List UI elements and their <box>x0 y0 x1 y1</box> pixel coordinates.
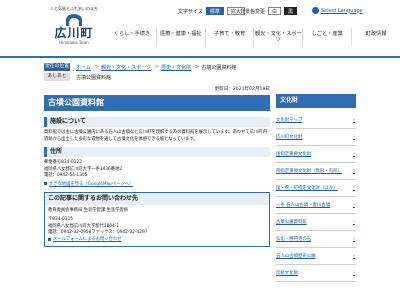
breadcrumb-link-history[interactable]: 歴史・文化財 <box>161 64 191 71</box>
breadcrumb-footprint-item: 古墳公園資料館 <box>76 74 112 81</box>
sidebar-item-label: 伝統文化財 <box>276 271 298 276</box>
font-standard-button[interactable]: 標準 <box>205 7 224 15</box>
town-logo[interactable]: 人と気風とふれあいのまち 広川町 Hirokawa Town <box>44 6 104 45</box>
gnav-item-tourism[interactable]: 観光・文化・スポーツ <box>253 28 302 46</box>
sidebar-item-label: 県指定重要文化財（無形・有形） <box>276 169 342 174</box>
chevron-right-icon: › <box>353 134 355 140</box>
breadcrumb-footprints: あしあと 古墳公園資料館 <box>44 72 356 82</box>
bg-color-controls: 背景色変更 白 黒 <box>240 7 298 15</box>
logo-tagline: 人と気風とふれあいのまち <box>50 6 98 11</box>
bg-white-button[interactable]: 白 <box>268 7 282 15</box>
gnav-item-childcare[interactable]: 子育て・教育 <box>204 28 254 46</box>
breadcrumb-separator: > <box>154 64 160 70</box>
mail-form-label: メールフォームによるお問い合わせ <box>53 236 122 242</box>
main-content: 更新日：2021年02月18日 古墳公園資料館 施設について 資料館では主に古墳… <box>44 86 270 247</box>
chevron-right-icon: › <box>353 270 355 276</box>
updated-date: 更新日：2021年02月18日 <box>214 87 270 92</box>
sidebar-item-museum[interactable]: 古墳公園資料館 › <box>276 214 356 231</box>
sidebar-item-kofun[interactable]: 一条 石人山古墳・妻川古墳 › <box>276 197 356 214</box>
gnav-item-life[interactable]: くらし・手続き <box>108 28 156 46</box>
town-emblem-icon <box>66 14 82 26</box>
breadcrumb-current: 現在の位置 ホーム > 観光・文化・スポーツ > 歴史・文化財 > 古墳公園資料… <box>44 62 356 72</box>
page-title: 古墳公園資料館 <box>44 95 270 111</box>
breadcrumb-link-home[interactable]: ホーム <box>76 64 91 71</box>
chevron-right-icon: › <box>353 185 355 191</box>
breadcrumb-separator: > <box>94 64 100 70</box>
sidebar-item-park[interactable]: 石人山古墳歴史公園 › <box>276 248 356 265</box>
bg-black-button[interactable]: 黒 <box>284 7 298 15</box>
arrow-icon <box>44 182 47 185</box>
select-language-label: Select Language <box>321 7 363 14</box>
inquiry-box: この記事に関するお問い合わせ先 教育委員会事務局 生涯学習課 生涯学習係 〒83… <box>44 191 270 247</box>
sidebar-item-label: 国指定重要文化財 <box>276 152 312 157</box>
sidebar-item-label: 国・県・町指定文化財（ほか） <box>276 186 338 191</box>
sidebar-item-label: 古墳公園資料館 <box>276 220 307 225</box>
sidebar-item-national[interactable]: 国指定重要文化財 › <box>276 146 356 163</box>
sidebar-item-stone[interactable]: 弘化・慈円寺の石 › <box>276 231 356 248</box>
sidebar-item-label: 文化財マップ <box>276 118 303 123</box>
global-nav: くらし・手続き 医療・健康・福祉 子育て・教育 観光・文化・スポーツ しごと・産… <box>108 28 400 46</box>
breadcrumb: 現在の位置 ホーム > 観光・文化・スポーツ > 歴史・文化財 > 古墳公園資料… <box>44 62 356 82</box>
chevron-right-icon: › <box>353 202 355 208</box>
chevron-right-icon: › <box>353 168 355 174</box>
inquiry-heading: この記事に関するお問い合わせ先 <box>45 192 269 205</box>
breadcrumb-separator: > <box>195 64 200 70</box>
site-header: 人と気風とふれあいのまち 広川町 Hirokawa Town 文字サイズ 標準 … <box>0 0 400 58</box>
font-size-controls: 文字サイズ 標準 拡大 <box>178 7 245 15</box>
address-heading: 住所 <box>44 147 270 157</box>
breadcrumb-current-page: 古墳公園資料館 <box>201 64 237 71</box>
font-size-label: 文字サイズ <box>178 8 203 15</box>
logo-town-name: 広川町 <box>54 26 94 40</box>
sidebar-item-label: 石人山古墳歴史公園 <box>276 254 316 259</box>
breadcrumb-link-tourism[interactable]: 観光・文化・スポーツ <box>101 64 151 71</box>
page: 人と気風とふれあいのまち 広川町 Hirokawa Town 文字サイズ 標準 … <box>0 0 400 300</box>
sidebar: 文化財 文化財マップ › 広川町文化財 › 国指定重要文化財 › 県指定重要文化財（無… <box>276 94 356 282</box>
chevron-right-icon: › <box>353 253 355 259</box>
address-phone: 電話：0942-54-1305 <box>44 173 88 178</box>
chevron-right-icon: › <box>353 117 355 123</box>
gnav-item-health[interactable]: 医療・健康・福祉 <box>155 28 205 46</box>
inquiry-body: 教育委員会事務局 生涯学習課 生涯学習係 〒834-0115 福岡県八女郡広川町… <box>45 205 269 247</box>
chevron-right-icon: › <box>353 219 355 225</box>
mail-form-link[interactable]: メールフォームによるお問い合わせ <box>48 237 266 244</box>
gnav-item-business[interactable]: しごと・産業 <box>302 28 351 46</box>
sidebar-item-map[interactable]: 文化財マップ › <box>276 112 356 129</box>
sidebar-item-label: 弘化・慈円寺の石 <box>276 237 312 242</box>
map-link-label: 大きな地図を見る（GoogleMapページへ） <box>49 181 134 187</box>
sidebar-item-prefectural[interactable]: 県指定重要文化財（無形・有形） › <box>276 163 356 180</box>
mail-icon <box>48 238 51 242</box>
breadcrumb-footprints-tag: あしあと <box>44 73 70 81</box>
sidebar-item-tradition[interactable]: 伝統文化財 › <box>276 265 356 282</box>
bg-color-label: 背景色変更 <box>240 8 266 15</box>
sidebar-item-label: 広川町文化財 <box>276 135 303 140</box>
globe-icon <box>312 7 319 14</box>
about-heading: 施設について <box>44 117 270 127</box>
chevron-right-icon: › <box>353 151 355 157</box>
about-text: 資料館では主に古墳公園内にある石人山古墳など広川町を理解する為の資料館を展示して… <box>44 130 267 142</box>
map-link[interactable]: 大きな地図を見る（GoogleMapページへ） <box>44 181 270 187</box>
logo-town-roman: Hirokawa Town <box>59 40 89 45</box>
sidebar-item-town-assets[interactable]: 広川町文化財 › <box>276 129 356 146</box>
sidebar-item-label: 一条 石人山古墳・妻川古墳 <box>276 203 331 208</box>
gnav-item-government[interactable]: 町政情報 <box>351 28 400 46</box>
chevron-right-icon: › <box>353 236 355 242</box>
select-language-link[interactable]: Select Language <box>312 7 363 14</box>
sidebar-item-designated[interactable]: 国・県・町指定文化財（ほか） › <box>276 180 356 197</box>
sidebar-heading: 文化財 <box>276 94 356 108</box>
breadcrumb-current-tag: 現在の位置 <box>44 63 70 71</box>
header-divider <box>0 56 400 58</box>
